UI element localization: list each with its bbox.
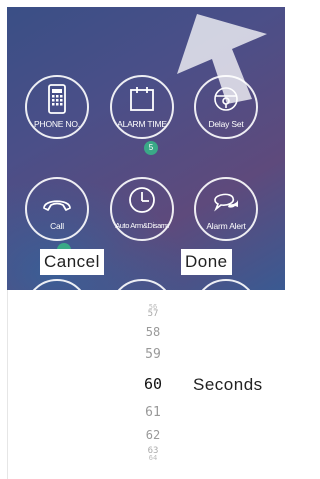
lock-icon bbox=[214, 87, 238, 111]
tile-label: PHONE NO. bbox=[34, 119, 80, 129]
clock-icon bbox=[129, 187, 155, 213]
tile-label: Alarm Alert bbox=[206, 221, 246, 231]
picker-unit-label: Seconds bbox=[193, 375, 263, 394]
picker-divider bbox=[7, 290, 8, 479]
cancel-button[interactable]: Cancel bbox=[40, 249, 104, 275]
alarm-alert-tile[interactable]: Alarm Alert bbox=[194, 177, 258, 241]
picker-value[interactable]: 61 bbox=[138, 405, 168, 420]
picker-value[interactable]: 58 bbox=[138, 325, 168, 339]
picker-value[interactable]: 57 bbox=[138, 310, 168, 319]
auto-arm-disarm-tile[interactable]: Auto Arm&Disarm bbox=[110, 177, 174, 241]
handset-icon bbox=[43, 200, 71, 211]
picker-value[interactable]: 64 bbox=[138, 455, 168, 462]
tile-label: Auto Arm&Disarm bbox=[115, 221, 169, 230]
done-button[interactable]: Done bbox=[181, 249, 232, 275]
tile-label: ALARM TIME bbox=[117, 119, 167, 129]
alarm-count-badge: 5 bbox=[144, 141, 158, 155]
delay-set-tile[interactable]: Delay Set bbox=[194, 75, 258, 139]
alarm-time-tile[interactable]: ALARM TIME bbox=[110, 75, 174, 139]
picker-selected-value[interactable]: 60 bbox=[138, 375, 168, 393]
chat-icon bbox=[214, 193, 238, 212]
tile-label: Call bbox=[50, 221, 64, 231]
phone-icon bbox=[48, 84, 66, 114]
row3-tile-middle[interactable] bbox=[110, 279, 174, 290]
row3-tile-right[interactable] bbox=[194, 279, 258, 290]
picker-value[interactable]: 59 bbox=[138, 347, 168, 362]
calendar-icon bbox=[130, 87, 154, 111]
picker-value[interactable]: 62 bbox=[138, 428, 168, 442]
call-tile[interactable]: Call bbox=[25, 177, 89, 241]
tile-label: Delay Set bbox=[208, 119, 244, 129]
phone-number-tile[interactable]: PHONE NO. bbox=[25, 75, 89, 139]
row3-tile-left[interactable] bbox=[25, 279, 89, 290]
app-screen: PHONE NO. ALARM TIME 5 Delay Set Call Au… bbox=[7, 7, 285, 290]
